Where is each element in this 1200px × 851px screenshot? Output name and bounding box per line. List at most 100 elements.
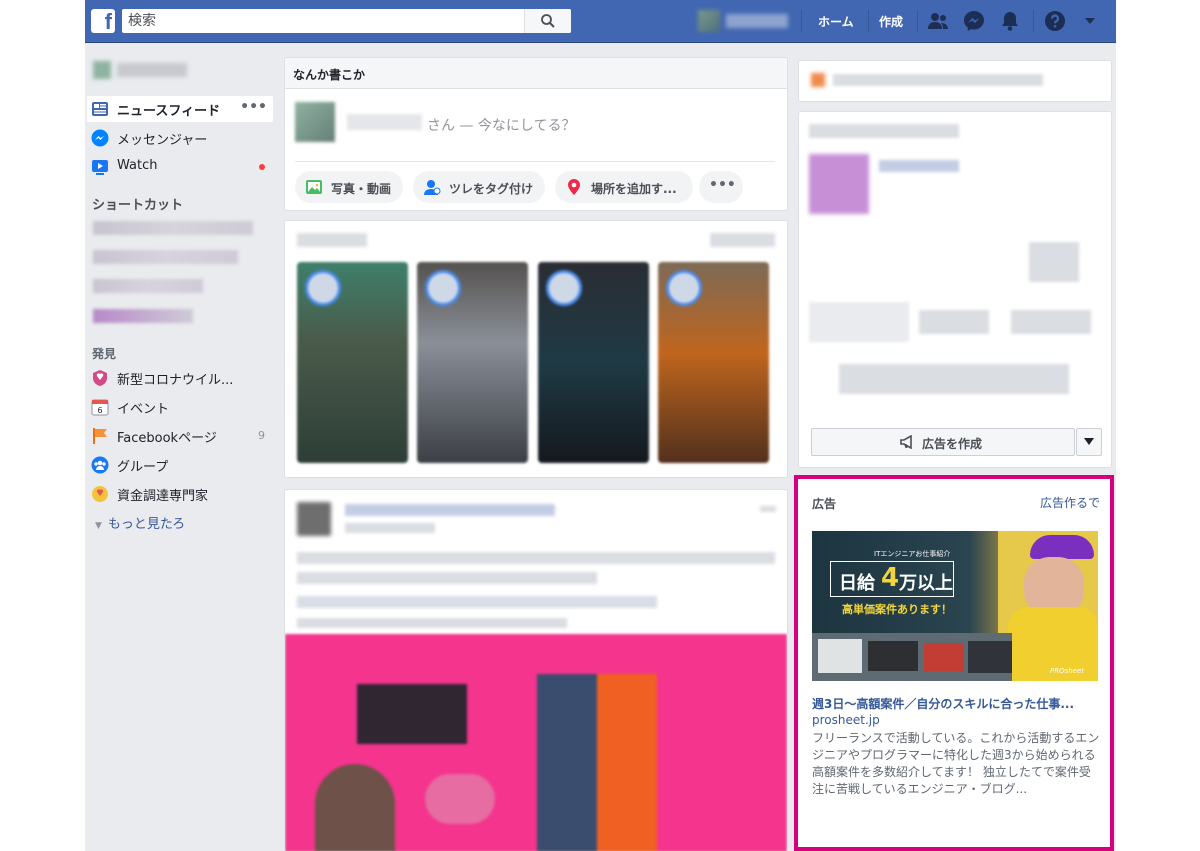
shortcut-item-redacted[interactable]	[93, 279, 203, 293]
user-name-redacted[interactable]	[726, 14, 788, 28]
user-name-redacted	[347, 114, 422, 130]
tag-friends-label: ツレをタグ付け	[449, 182, 534, 196]
post-image-redacted[interactable]	[285, 634, 787, 851]
add-location-button[interactable]: 場所を追加す...	[555, 171, 693, 203]
post-text-redacted	[297, 552, 775, 564]
ad-image[interactable]: ITエンジニアお仕事紹介 日給 4 万以上 高単価案件あります！ PROshee…	[812, 531, 1098, 681]
notice-text-redacted[interactable]	[833, 74, 1043, 86]
sidebar-item-newsfeed[interactable]: ニュースフィード •••	[87, 96, 273, 122]
page-name-redacted[interactable]	[879, 160, 959, 172]
stories-heading-redacted	[297, 233, 367, 247]
create-ad-label: 広告を作成	[922, 437, 983, 451]
user-avatar[interactable]	[698, 10, 720, 32]
facebook-logo-icon[interactable]: f	[91, 9, 115, 34]
create-ad-button[interactable]: 広告を作成	[811, 428, 1075, 456]
post-meta-redacted	[345, 523, 435, 533]
story-card[interactable]	[658, 262, 769, 463]
shortcut-item-redacted[interactable]	[93, 309, 193, 323]
more-options-icon[interactable]: •••	[240, 99, 267, 115]
ad-caption-small: ITエンジニアお仕事紹介	[874, 550, 951, 558]
notifications-bell-icon[interactable]	[999, 10, 1021, 32]
coin-icon	[92, 486, 108, 502]
account-menu-chevron-icon[interactable]	[1084, 16, 1096, 26]
photo-video-label: 写真・動画	[331, 182, 392, 196]
friend-requests-icon[interactable]	[927, 10, 949, 32]
home-link[interactable]: ホーム	[818, 13, 854, 30]
stories-link-redacted[interactable]	[710, 233, 775, 247]
sidebar-item-label: イベント	[117, 402, 170, 417]
sidebar-item-watch[interactable]: Watch	[87, 154, 273, 180]
purple-hat	[1030, 535, 1094, 559]
story-card[interactable]	[297, 262, 408, 463]
ad-description: フリーランスで活動している。これから活動するエンジニアやプログラマーに特化した週…	[812, 731, 1100, 796]
sidebar-item-label: 新型コロナウイル...	[117, 373, 234, 388]
feed-post	[284, 489, 788, 851]
avatar	[297, 502, 331, 536]
chevron-down-icon	[1084, 438, 1094, 445]
sidebar-item-label: 資金調達専門家	[117, 489, 209, 504]
ad-headline-rest: 万以上	[899, 573, 953, 594]
promo-stat-redacted	[1029, 242, 1079, 282]
sidebar-item-label: Facebookページ	[117, 431, 217, 446]
location-pin-icon	[568, 179, 580, 195]
watch-icon	[92, 160, 108, 175]
ad-title-link[interactable]: 週3日〜高額案件／自分のスキルに合った仕事...	[812, 695, 1098, 712]
post-link-redacted[interactable]	[297, 596, 657, 608]
facebook-window: f ホーム 作成	[85, 0, 1116, 851]
see-more-link[interactable]: ▼ もっと見たろ	[95, 513, 185, 532]
sidebar-item-coronavirus[interactable]: 新型コロナウイル...	[87, 365, 273, 391]
page-content: ニュースフィード ••• メッセンジャー Watch ショートカット 発見 新型…	[85, 43, 1116, 851]
sidebar-item-fundraisers[interactable]: 資金調達専門家	[87, 481, 273, 507]
sidebar-item-label: グループ	[117, 460, 169, 475]
shortcut-item-redacted[interactable]	[93, 221, 253, 235]
see-more-label: もっと見たろ	[107, 517, 186, 532]
notice-icon	[811, 73, 825, 87]
post-text-redacted	[297, 618, 567, 628]
sidebar-item-groups[interactable]: グループ	[87, 452, 273, 478]
calendar-icon: 6	[91, 399, 109, 416]
profile-link-redacted[interactable]	[93, 61, 188, 79]
search-input[interactable]	[128, 11, 528, 31]
ad-domain[interactable]: prosheet.jp	[812, 713, 880, 727]
help-icon[interactable]	[1044, 10, 1066, 32]
shortcut-item-redacted[interactable]	[93, 250, 238, 264]
divider	[801, 10, 802, 32]
composer-input[interactable]: さん — 今なにしてる？	[427, 115, 575, 135]
promo-text-redacted	[839, 364, 1069, 394]
sidebar-item-messenger[interactable]: メッセンジャー	[87, 125, 273, 151]
post-author-redacted[interactable]	[345, 504, 555, 516]
page-avatar[interactable]	[809, 154, 869, 214]
promo-tab-redacted[interactable]	[919, 310, 989, 334]
photo-video-button[interactable]: 写真・動画	[295, 171, 403, 203]
create-ad-link[interactable]: 広告作るで	[1040, 494, 1100, 511]
megaphone-icon	[900, 435, 912, 449]
sidebar-item-events[interactable]: 6 イベント	[87, 394, 273, 420]
add-location-label: 場所を追加す...	[591, 182, 677, 196]
messenger-icon[interactable]	[963, 10, 985, 32]
ad-headline-number: 4	[881, 563, 900, 593]
tag-friends-button[interactable]: ツレをタグ付け	[413, 171, 545, 203]
ad-brand-mark: PROsheet	[1050, 667, 1085, 675]
more-actions-button[interactable]: •••	[699, 171, 743, 203]
ad-headline-box: 日給 4 万以上	[830, 561, 954, 597]
post-composer: なんか書こか さん — 今なにしてる？ 写真・動画 ツレをタグ付け 場所を追加す…	[284, 57, 788, 211]
composer-header: なんか書こか	[285, 58, 787, 89]
story-card[interactable]	[538, 262, 649, 463]
story-card[interactable]	[417, 262, 528, 463]
promo-heading-redacted	[809, 124, 959, 138]
svg-text:6: 6	[97, 406, 102, 415]
sidebar-item-pages[interactable]: Facebookページ 9	[87, 423, 273, 449]
post-options-icon[interactable]	[760, 506, 776, 512]
create-link[interactable]: 作成	[879, 13, 903, 30]
divider	[868, 10, 869, 32]
promo-tab-redacted[interactable]	[1011, 310, 1091, 334]
newsfeed-icon	[92, 102, 108, 116]
sidebar-item-label: Watch	[117, 158, 158, 173]
page-promo-card: 広告を作成	[798, 111, 1112, 468]
promo-tab-redacted[interactable]	[809, 302, 909, 342]
create-ad-dropdown[interactable]	[1076, 428, 1102, 456]
photo-icon	[306, 180, 322, 194]
search-button[interactable]	[524, 9, 571, 33]
divider	[295, 161, 775, 162]
groups-icon	[91, 456, 109, 474]
